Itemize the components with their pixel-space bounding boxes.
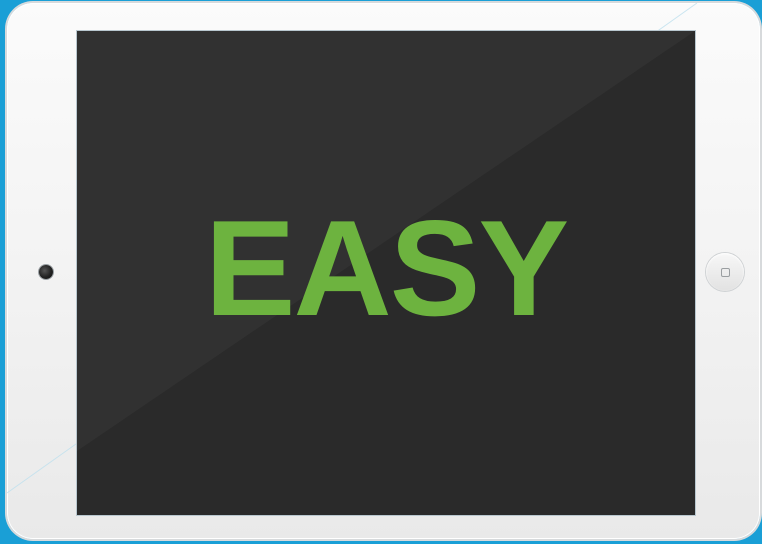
tablet-device: EASY [7,3,760,539]
home-square-icon [720,267,730,277]
camera-icon [39,265,53,279]
screen-headline: EASY [204,192,569,344]
tablet-screen: EASY [77,31,695,515]
home-button[interactable] [706,253,744,291]
